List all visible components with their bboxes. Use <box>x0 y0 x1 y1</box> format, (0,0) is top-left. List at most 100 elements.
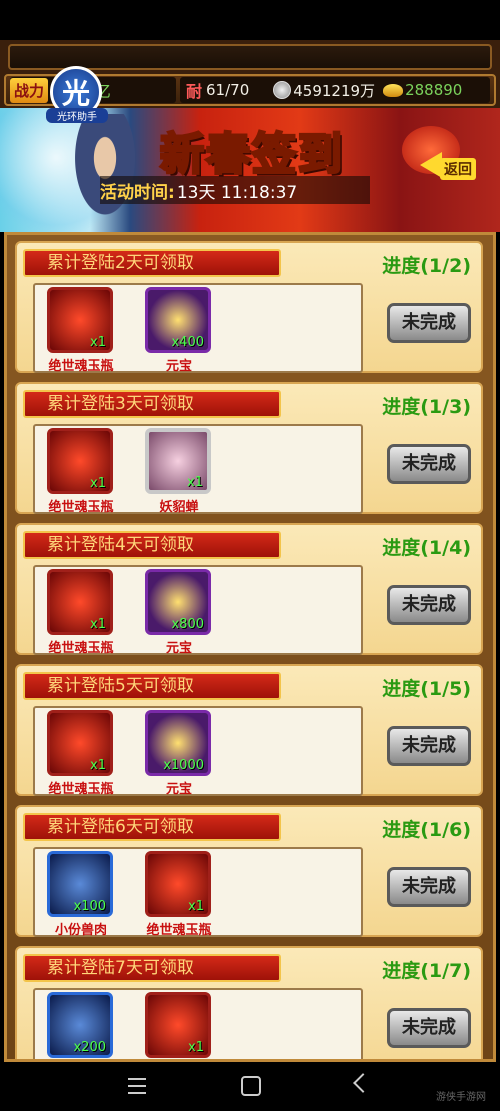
item-name: 绝世魂玉瓶 <box>48 641 114 656</box>
back-arrow-icon <box>420 152 442 178</box>
event-title: 新春签到 <box>159 128 344 182</box>
power-label: 战力 <box>10 77 49 103</box>
incomplete-button[interactable]: 未完成 <box>387 444 471 484</box>
reward-condition: 累计登陆3天可领取 <box>23 390 281 418</box>
status-bar <box>0 0 500 40</box>
home-icon[interactable] <box>241 1076 261 1096</box>
jade-bottle-icon: x1 <box>145 851 211 917</box>
stamina-label: 耐 <box>186 82 203 101</box>
reward-item[interactable]: x1 绝世魂玉瓶 <box>45 710 117 798</box>
time-label: 活动时间: <box>100 182 175 203</box>
reward-list[interactable]: 累计登陆2天可领取 进度(1/2) x1 绝世魂玉瓶 x400 元宝 未完成 累计登陆3天可领… <box>4 232 496 1062</box>
item-quantity: x1 <box>90 335 106 350</box>
meat-icon: x200 <box>47 992 113 1058</box>
gold-ingot-icon: x1000 <box>145 710 211 776</box>
reward-items: x1 绝世魂玉瓶 x1000 元宝 <box>33 706 363 798</box>
item-quantity: x400 <box>171 335 204 350</box>
item-quantity: x1 <box>90 758 106 773</box>
item-quantity: x1 <box>188 899 204 914</box>
item-quantity: x800 <box>171 617 204 632</box>
hero-art <box>70 114 140 224</box>
resources-stat: 耐 61/70 4591219万 288890 <box>180 77 490 103</box>
item-name: 元宝 <box>165 359 192 374</box>
item-name: 小份兽肉 <box>54 923 107 938</box>
reward-card: 累计登陆5天可领取 进度(1/5) x1 绝世魂玉瓶 x1000 元宝 未完成 <box>15 664 483 798</box>
reward-progress: 进度(1/5) <box>382 678 471 700</box>
reward-condition: 累计登陆4天可领取 <box>23 531 281 559</box>
gold-value: 288890 <box>405 81 463 99</box>
item-name: 绝世魂玉瓶 <box>48 782 114 797</box>
reward-condition: 累计登陆5天可领取 <box>23 672 281 700</box>
reward-items: x100 小份兽肉 x1 绝世魂玉瓶 <box>33 847 363 939</box>
time-value: 13天 11:18:37 <box>176 182 298 203</box>
item-name: 绝世魂玉瓶 <box>48 359 114 374</box>
reward-item[interactable]: x1 <box>143 992 215 1059</box>
reward-item[interactable]: x1000 元宝 <box>143 710 215 798</box>
event-time: 活动时间: 13天 11:18:37 <box>100 176 370 204</box>
back-icon[interactable] <box>353 1073 373 1093</box>
reward-item[interactable]: x400 元宝 <box>143 287 215 375</box>
item-quantity: x1 <box>188 1040 204 1055</box>
jade-bottle-icon: x1 <box>47 569 113 635</box>
reward-item[interactable]: x800 元宝 <box>143 569 215 657</box>
item-name: 绝世魂玉瓶 <box>48 500 114 515</box>
system-nav-bar: 游侠手游网 <box>0 1062 500 1111</box>
item-quantity: x1000 <box>163 758 204 773</box>
reward-progress: 进度(1/4) <box>382 537 471 559</box>
jade-bottle-icon: x1 <box>145 992 211 1058</box>
reward-items: x1 绝世魂玉瓶 x1 妖貂蝉 <box>33 424 363 516</box>
reward-item[interactable]: x200 <box>45 992 117 1059</box>
incomplete-button[interactable]: 未完成 <box>387 303 471 343</box>
reward-item[interactable]: x1 绝世魂玉瓶 <box>45 287 117 375</box>
reward-item[interactable]: x1 绝世魂玉瓶 <box>45 569 117 657</box>
reward-condition: 累计登陆2天可领取 <box>23 249 281 277</box>
return-label: 返回 <box>440 158 476 180</box>
event-banner: 新春签到 返回 <box>0 108 500 232</box>
reward-card: 累计登陆4天可领取 进度(1/4) x1 绝世魂玉瓶 x800 元宝 未完成 <box>15 523 483 657</box>
jade-bottle-icon: x1 <box>47 428 113 494</box>
incomplete-button[interactable]: 未完成 <box>387 726 471 766</box>
item-name: 元宝 <box>165 641 192 656</box>
reward-item[interactable]: x1 妖貂蝉 <box>143 428 215 516</box>
reward-condition: 累计登陆6天可领取 <box>23 813 281 841</box>
jade-bottle-icon: x1 <box>47 710 113 776</box>
helper-button[interactable]: 光 光环助手 <box>46 66 108 126</box>
gold-ingot-icon: x800 <box>145 569 211 635</box>
reward-progress: 进度(1/6) <box>382 819 471 841</box>
reward-items: x1 绝世魂玉瓶 x400 元宝 <box>33 283 363 375</box>
reward-card: 累计登陆7天可领取 进度(1/7) x200 x1 未完成 <box>15 946 483 1059</box>
reward-item[interactable]: x100 小份兽肉 <box>45 851 117 939</box>
item-quantity: x1 <box>90 476 106 491</box>
jade-bottle-icon: x1 <box>47 287 113 353</box>
reward-card: 累计登陆3天可领取 进度(1/3) x1 绝世魂玉瓶 x1 妖貂蝉 未完成 <box>15 382 483 516</box>
reward-card: 累计登陆2天可领取 进度(1/2) x1 绝世魂玉瓶 x400 元宝 未完成 <box>15 241 483 375</box>
gold-ingot-icon: x400 <box>145 287 211 353</box>
incomplete-button[interactable]: 未完成 <box>387 867 471 907</box>
item-quantity: x1 <box>187 475 203 490</box>
reward-progress: 进度(1/7) <box>382 960 471 982</box>
reward-items: x1 绝世魂玉瓶 x800 元宝 <box>33 565 363 657</box>
reward-item[interactable]: x1 绝世魂玉瓶 <box>143 851 215 939</box>
incomplete-button[interactable]: 未完成 <box>387 1008 471 1048</box>
reward-card: 累计登陆6天可领取 进度(1/6) x100 小份兽肉 x1 绝世魂玉瓶 未完成 <box>15 805 483 939</box>
item-quantity: x1 <box>90 617 106 632</box>
recent-apps-icon[interactable] <box>128 1078 146 1094</box>
item-quantity: x200 <box>73 1040 106 1055</box>
silver-coin-icon <box>273 81 292 99</box>
return-button[interactable]: 返回 <box>420 148 490 182</box>
reward-progress: 进度(1/2) <box>382 255 471 277</box>
reward-items: x200 x1 <box>33 988 363 1059</box>
stamina-value: 61/70 <box>206 81 250 99</box>
meat-icon: x100 <box>47 851 113 917</box>
item-name: 元宝 <box>165 782 192 797</box>
item-quantity: x100 <box>73 899 106 914</box>
item-name: 绝世魂玉瓶 <box>146 923 212 938</box>
gold-ingot-icon <box>383 83 404 97</box>
reward-item[interactable]: x1 绝世魂玉瓶 <box>45 428 117 516</box>
watermark: 游侠手游网 <box>436 1092 486 1103</box>
hero-portrait-icon: x1 <box>145 428 211 494</box>
silver-value: 4591219万 <box>293 81 376 100</box>
reward-progress: 进度(1/3) <box>382 396 471 418</box>
helper-label: 光环助手 <box>46 108 108 123</box>
incomplete-button[interactable]: 未完成 <box>387 585 471 625</box>
